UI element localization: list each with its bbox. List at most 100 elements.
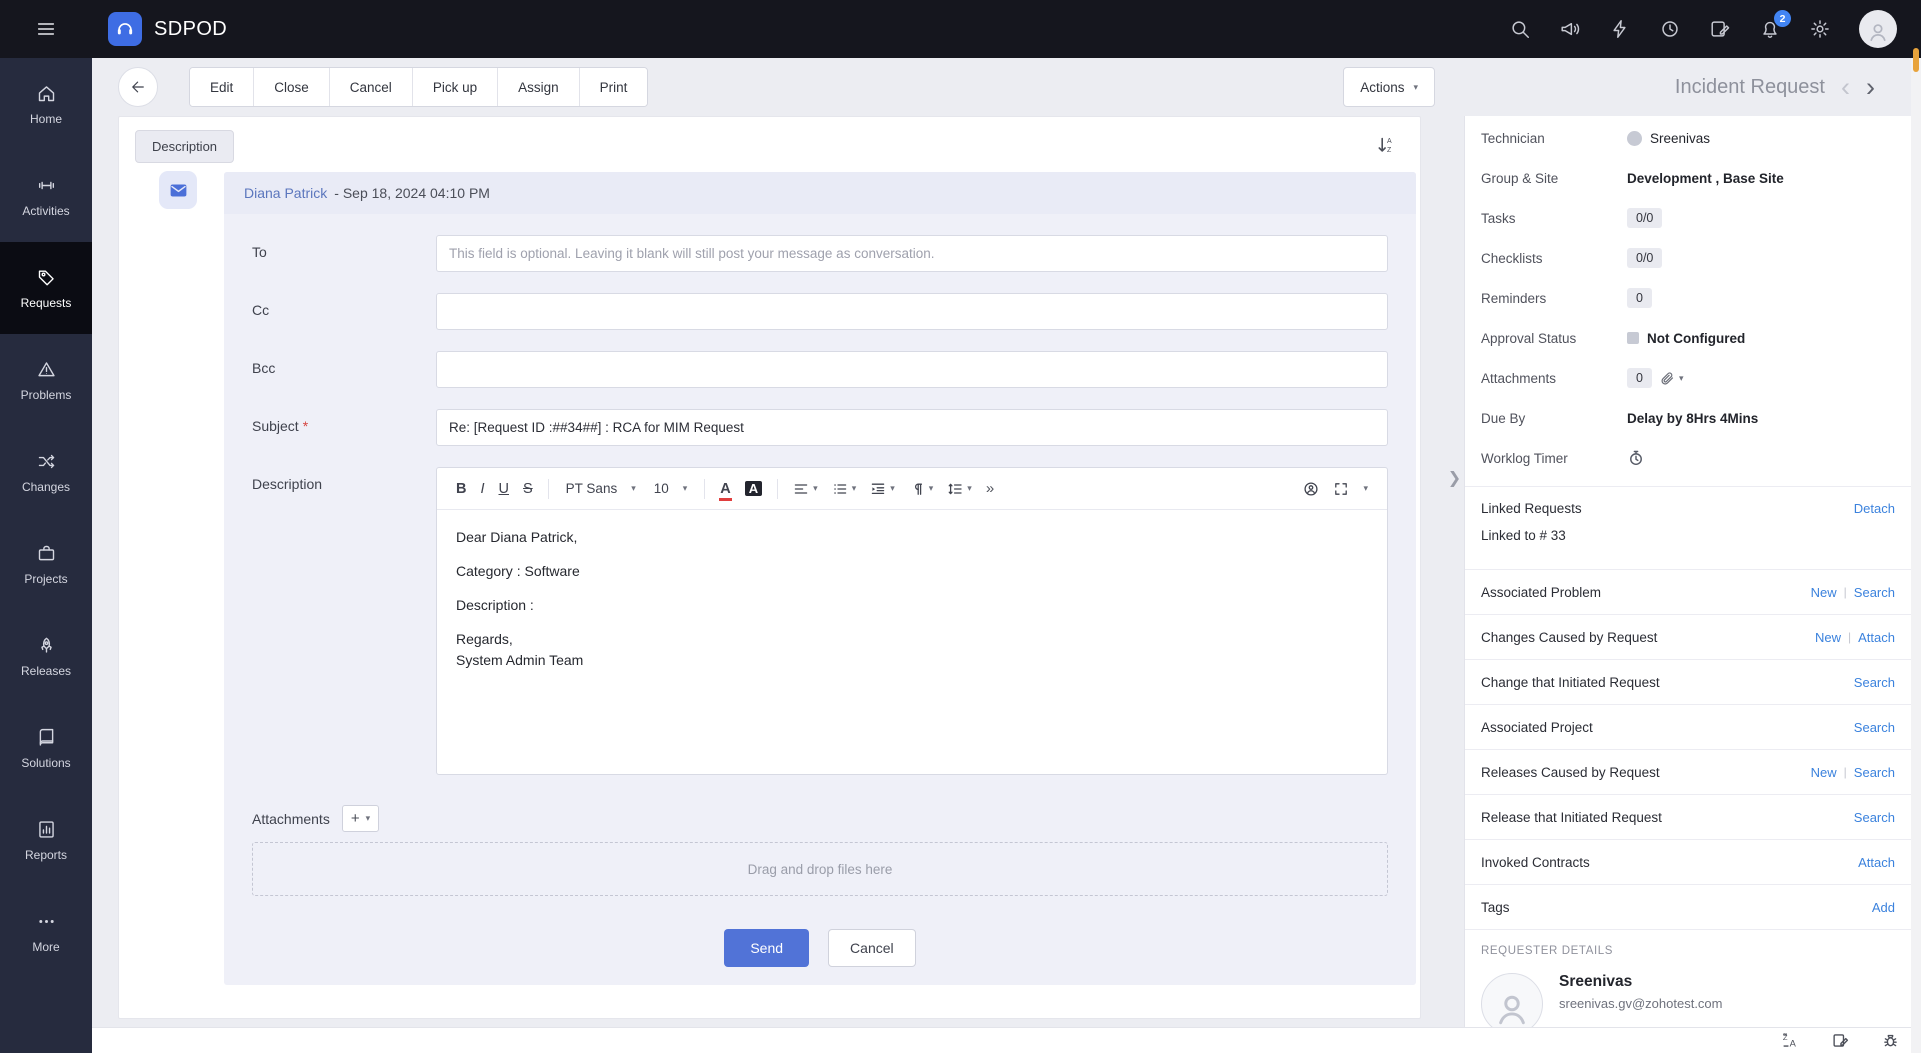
to-label: To [252,235,436,260]
user-avatar[interactable] [1859,10,1897,48]
detail-label: Tasks [1481,211,1627,226]
font-size-select[interactable]: 10▾ [645,481,697,496]
editor-body[interactable]: Dear Diana Patrick,Category : SoftwareDe… [437,510,1387,774]
cancel-button[interactable]: Cancel [329,68,412,106]
feedback-icon[interactable] [1709,18,1731,40]
due-by-row: Due ByDelay by 8Hrs 4Mins [1465,398,1911,438]
attachments-menu-button[interactable]: ▾ [1660,371,1684,386]
bug-report-icon[interactable] [1882,1032,1899,1049]
fullscreen-button[interactable] [1326,481,1356,497]
detail-value: 0/0 [1627,208,1662,228]
message-author-link[interactable]: Diana Patrick [244,185,327,201]
linked-requests-detach-link[interactable]: Detach [1854,501,1895,516]
changes-caused-by-request-attach-link[interactable]: Attach [1858,630,1895,645]
list-button[interactable]: ▾ [825,481,864,497]
associated-problem-search-link[interactable]: Search [1854,585,1895,600]
bcc-label: Bcc [252,351,436,376]
recent-items-icon[interactable] [1659,18,1681,40]
association-label: Associated Problem [1481,585,1601,600]
cancel-compose-button[interactable]: Cancel [828,929,916,967]
actions-label: Actions [1360,80,1404,95]
sidebar-item-releases[interactable]: Releases [0,610,92,702]
fullscreen-icon [1333,481,1349,497]
change-that-initiated-request-search-link[interactable]: Search [1854,675,1895,690]
release-that-initiated-request-search-link[interactable]: Search [1854,810,1895,825]
text-color-button[interactable]: A [713,481,737,497]
to-input[interactable] [436,235,1388,272]
changes-caused-by-request-new-link[interactable]: New [1815,630,1841,645]
bcc-input[interactable] [436,351,1388,388]
send-button[interactable]: Send [724,929,809,967]
app-logo-icon [108,12,142,46]
back-button[interactable] [118,67,158,107]
subject-input[interactable] [436,409,1388,446]
insert-user-button[interactable] [1296,481,1326,497]
assign-button[interactable]: Assign [497,68,579,106]
add-attachment-button[interactable]: +▾ [342,805,379,832]
sidebar-item-more[interactable]: More [0,886,92,978]
close-button[interactable]: Close [253,68,329,106]
detail-value: Sreenivas [1627,131,1710,146]
sidebar-item-label: Activities [22,204,69,218]
sidebar-item-home[interactable]: Home [0,58,92,150]
announcements-icon[interactable] [1559,18,1581,40]
details-rows: TechnicianSreenivasGroup & SiteDevelopme… [1465,116,1911,478]
cc-input[interactable] [436,293,1388,330]
pick-up-button[interactable]: Pick up [412,68,497,106]
settings-icon[interactable] [1809,18,1831,40]
associated-problem-new-link[interactable]: New [1811,585,1837,600]
association-actions: Attach [1858,855,1895,870]
bold-button[interactable]: B [449,481,473,497]
highlight-color-button[interactable]: A [738,481,769,496]
attachment-dropzone[interactable]: Drag and drop files here [252,842,1388,896]
details-panel-collapse-button[interactable]: ❯ [1445,459,1464,497]
page-scrollbar[interactable] [1911,58,1921,1053]
translate-icon[interactable]: ZA [1782,1032,1799,1049]
detail-value: 0 [1627,288,1652,308]
underline-button[interactable]: U [492,481,516,497]
tab-description[interactable]: Description [135,130,234,163]
association-actions: Search [1854,810,1895,825]
sidebar-item-projects[interactable]: Projects [0,518,92,610]
sidebar-item-reports[interactable]: Reports [0,794,92,886]
sidebar-item-solutions[interactable]: Solutions [0,702,92,794]
sidebar-item-activities[interactable]: Activities [0,150,92,242]
sidebar-item-changes[interactable]: Changes [0,426,92,518]
releases-caused-by-request-search-link[interactable]: Search [1854,765,1895,780]
previous-request-button[interactable]: ‹ [1841,74,1850,101]
sidebar-item-requests[interactable]: Requests [0,242,92,334]
toolbar-collapse-button[interactable]: ▾ [1356,483,1375,494]
sidebar-item-problems[interactable]: Problems [0,334,92,426]
paragraph-direction-button[interactable]: ▾ [902,481,941,497]
print-button[interactable]: Print [579,68,648,106]
invoked-contracts-attach-link[interactable]: Attach [1858,855,1895,870]
font-family-select[interactable]: PT Sans▾ [557,481,645,496]
linked-requests-value[interactable]: Linked to # 33 [1481,528,1895,543]
actions-dropdown-button[interactable]: Actions ▾ [1343,67,1435,107]
mail-icon [159,171,197,209]
requester-email: sreenivas.gv@zohotest.com [1559,996,1723,1011]
menu-toggle-button[interactable] [0,18,92,40]
quick-actions-icon[interactable] [1609,18,1631,40]
releases-caused-by-request-new-link[interactable]: New [1811,765,1837,780]
next-request-button[interactable]: › [1866,74,1875,101]
scrollbar-thumb[interactable] [1913,48,1919,72]
changes-caused-by-request-row: Changes Caused by RequestNew|Attach [1465,614,1911,659]
editor-blank-line [456,548,1368,561]
notifications-icon[interactable]: 2 [1759,18,1781,40]
align-button[interactable]: ▾ [786,481,825,497]
associated-project-search-link[interactable]: Search [1854,720,1895,735]
search-icon[interactable] [1509,18,1531,40]
strikethrough-button[interactable]: S [516,481,540,497]
italic-button[interactable]: I [473,481,491,497]
tags-add-link[interactable]: Add [1872,900,1895,915]
more-formatting-button[interactable]: » [979,480,1001,497]
line-spacing-button[interactable]: ▾ [940,481,979,497]
indent-button[interactable]: ▾ [863,481,902,497]
group-site-row: Group & SiteDevelopment , Base Site [1465,158,1911,198]
sort-order-button[interactable]: AZ [1376,135,1396,155]
worklog-timer-button[interactable] [1627,449,1645,467]
edit-button[interactable]: Edit [190,68,253,106]
feedback-note-icon[interactable] [1832,1032,1849,1049]
paperclip-icon [1660,371,1675,386]
